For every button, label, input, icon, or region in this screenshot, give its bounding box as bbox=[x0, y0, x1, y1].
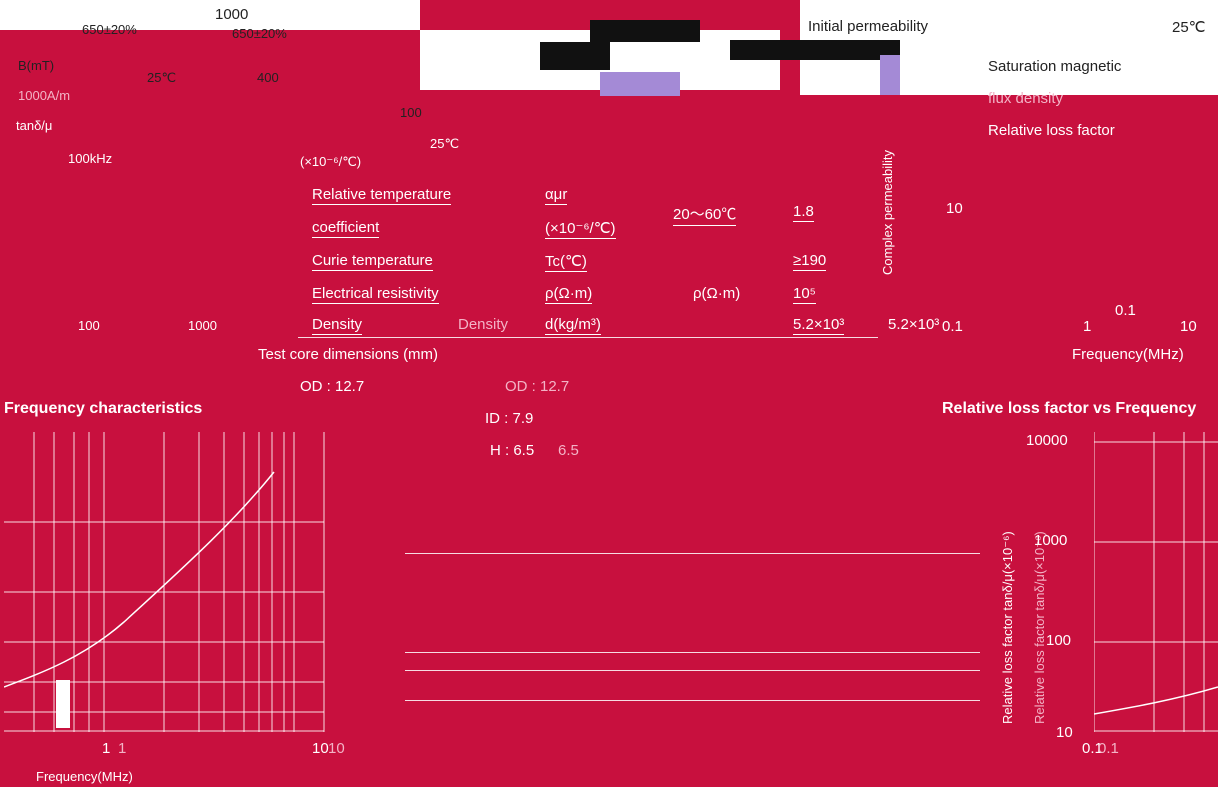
mid-line-1 bbox=[405, 553, 980, 554]
left-chart-x1-b: 1 bbox=[118, 740, 127, 757]
initial-temp-label: 25℃ bbox=[1172, 19, 1206, 36]
rel-loss-top-label: Relative loss factor bbox=[988, 122, 1115, 139]
temp-25-label: 25℃ bbox=[147, 70, 177, 85]
range-label: 20～60℃ bbox=[673, 203, 737, 226]
field-label: 1000A/m bbox=[18, 88, 71, 103]
range-value: 1.8 bbox=[793, 203, 814, 222]
right-axis-freq: Frequency(MHz) bbox=[1072, 346, 1184, 363]
top-band-left bbox=[0, 0, 420, 30]
right-chart-y1000: 1000 bbox=[1034, 532, 1068, 549]
rho-label-2: ρ(Ω·m) bbox=[693, 285, 741, 302]
scale-100-label: 100 bbox=[400, 105, 422, 120]
left-chart-title: Frequency characteristics bbox=[4, 400, 203, 417]
core-h: H : 6.5 bbox=[490, 442, 535, 459]
right-axis-10: 10 bbox=[1180, 318, 1197, 335]
coef-unit-label: (×10⁻⁶/℃) bbox=[545, 220, 616, 239]
right-axis-01-first: 0.1 bbox=[942, 318, 963, 335]
tc-value: ≥190 bbox=[793, 252, 827, 271]
density-value: 5.2×10³ bbox=[793, 316, 845, 335]
value-pm-left: 650±20% bbox=[82, 22, 137, 37]
saturation-label: Saturation magnetic bbox=[988, 58, 1122, 75]
lavender-block bbox=[600, 72, 680, 96]
rho-label: ρ(Ω·m) bbox=[545, 285, 593, 304]
tc-unit-label: Tc(℃) bbox=[545, 253, 587, 272]
value-400-label: 400 bbox=[257, 70, 279, 85]
left-axis-1000: 1000 bbox=[188, 318, 217, 333]
flux-label: flux density bbox=[988, 90, 1064, 107]
left-axis-25-label: 25℃ bbox=[430, 136, 460, 151]
right-chart-y10: 10 bbox=[1056, 724, 1073, 741]
rel-temp-label: Relative temperature bbox=[312, 186, 452, 205]
value-pm-mid: 650±20% bbox=[232, 26, 287, 41]
core-od: OD : 12.7 bbox=[300, 378, 365, 395]
left-chart-x10: 10 bbox=[312, 740, 329, 757]
table-line-bottom bbox=[298, 337, 878, 338]
scale-1000-label: 1000 bbox=[215, 6, 249, 23]
density-label-2: Density bbox=[458, 316, 509, 333]
header-tc-unit: (×10⁻⁶/℃) bbox=[300, 154, 362, 169]
dark-block-left bbox=[540, 42, 610, 70]
right-chart-x01-b: 0.1 bbox=[1098, 740, 1119, 757]
rho-value: 10⁵ bbox=[793, 285, 816, 304]
right-axis-01: 0.1 bbox=[1115, 302, 1136, 319]
dark-block-top bbox=[590, 20, 700, 42]
resistivity-label: Electrical resistivity bbox=[312, 285, 439, 304]
right-chart-title: Relative loss factor vs Frequency bbox=[942, 400, 1197, 417]
left-chart-x10-b: 10 bbox=[328, 740, 345, 757]
right-chart-y10000: 10000 bbox=[1026, 432, 1068, 449]
right-axis-1: 1 bbox=[1083, 318, 1092, 335]
right-top-10: 10 bbox=[946, 200, 963, 217]
lavender-strip bbox=[880, 55, 900, 95]
mid-line-3 bbox=[405, 670, 980, 671]
tan-label: tanδ/μ bbox=[16, 118, 53, 133]
density-unit: d(kg/m³) bbox=[545, 316, 601, 335]
coefficient-label: coefficient bbox=[312, 219, 380, 238]
bm-label: B(mT) bbox=[18, 58, 55, 73]
core-id: ID : 7.9 bbox=[485, 410, 534, 427]
curie-label: Curie temperature bbox=[312, 252, 433, 271]
dark-block-right bbox=[730, 40, 900, 60]
mid-line-2 bbox=[405, 652, 980, 653]
complex-perm-label: Complex permeability bbox=[880, 150, 895, 275]
core-title: Test core dimensions (mm) bbox=[258, 346, 439, 363]
left-axis-100: 100 bbox=[78, 318, 100, 333]
left-chart-x1: 1 bbox=[102, 740, 111, 757]
left-chart-xlabel: Frequency(MHz) bbox=[36, 769, 133, 784]
alpha-label: αμr bbox=[545, 186, 568, 205]
right-chart-ylabel: Relative loss factor tanδ/μ(×10⁻⁶) bbox=[1000, 531, 1015, 724]
freq-100k-label: 100kHz bbox=[68, 151, 113, 166]
right-chart-ylabel-2: Relative loss factor tanδ/μ(×10⁻⁶) bbox=[1032, 531, 1047, 724]
density-value-2: 5.2×10³ bbox=[888, 316, 940, 333]
left-chart-grid bbox=[4, 432, 325, 732]
right-chart-y100: 100 bbox=[1046, 632, 1072, 649]
core-od-2: OD : 12.7 bbox=[505, 378, 570, 395]
mid-line-4 bbox=[405, 700, 980, 701]
density-label: Density bbox=[312, 316, 363, 335]
right-chart-grid bbox=[1094, 432, 1218, 732]
core-h-2: 6.5 bbox=[558, 442, 579, 459]
initial-perm-label: Initial permeability bbox=[808, 18, 929, 35]
